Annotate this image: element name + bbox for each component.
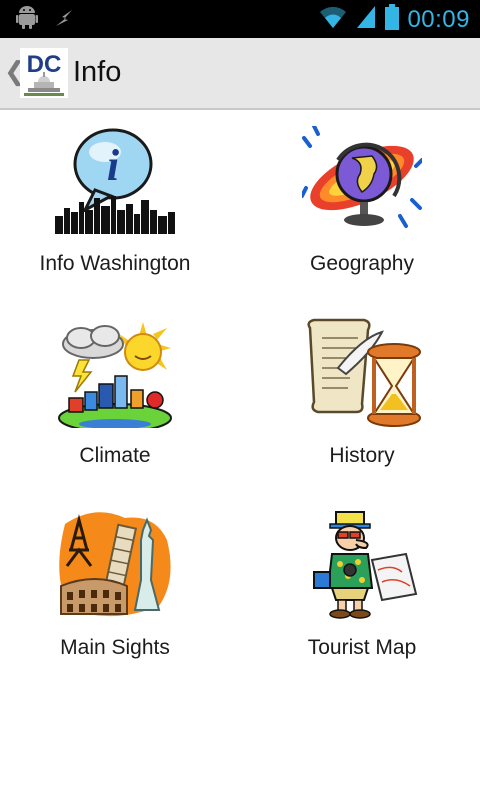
app-logo[interactable]: DC [20,48,68,98]
menu-item-main-sights[interactable]: Main Sights [0,496,235,686]
menu-item-label: Main Sights [60,636,170,659]
tourist-icon [302,510,422,620]
info-bubble-icon: i [55,126,175,236]
menu-item-label: Info Washington [39,252,191,275]
menu-item-label: Geography [310,252,414,275]
status-bar: 00:09 [0,0,480,38]
signal-icon [355,4,377,35]
wifi-icon [319,4,347,35]
menu-item-history[interactable]: History [242,304,480,494]
android-icon [16,6,38,35]
usb-debug-icon [52,6,76,35]
svg-text:i: i [107,141,120,190]
menu-item-climate[interactable]: Climate [0,304,235,494]
menu-item-tourist-map[interactable]: Tourist Map [242,496,480,686]
battery-icon [385,4,400,35]
menu-item-label: Climate [79,444,151,467]
landmarks-icon [55,510,175,620]
scroll-hourglass-icon [302,318,422,428]
weather-icon [55,318,175,433]
globe-icon [300,124,424,236]
menu-item-info-washington[interactable]: i Info Washington [0,112,235,302]
menu-item-geography[interactable]: Geography [242,112,480,302]
action-bar: ❮ DC Info [0,38,480,110]
menu-item-label: History [329,444,395,467]
menu-item-label: Tourist Map [307,636,417,659]
clock: 00:09 [407,5,470,33]
page-title: Info [73,56,122,88]
